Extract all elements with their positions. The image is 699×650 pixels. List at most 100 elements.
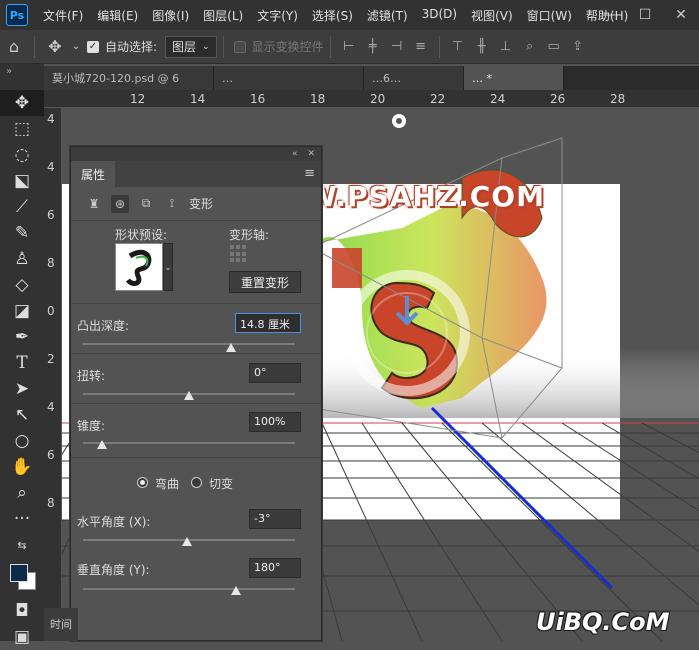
menu-item-5[interactable]: 选择(S) [305,7,360,24]
workspace-icon[interactable]: ▭ [542,36,566,58]
zoom-tool-icon[interactable]: ⌕ [0,480,44,506]
menu-item-4[interactable]: 文字(Y) [250,7,305,24]
transform-axis-grid[interactable] [230,245,248,263]
taper-track[interactable] [83,442,295,444]
lasso-tool-icon[interactable]: ◌ [0,142,44,168]
app-logo[interactable]: Ps [6,4,28,26]
tab-document-1[interactable]: 莫小城720-120.psd @ 6 [44,66,214,90]
align-right-icon[interactable]: ⊣ [385,36,409,58]
move-tool-icon[interactable]: ✥ [0,90,44,116]
ellipse-tool-icon[interactable]: ○ [0,428,44,454]
close-button[interactable]: ✕ [663,7,699,23]
search-icon[interactable]: ⌕ [518,36,542,58]
align-hcenter-icon[interactable]: ╪ [361,36,385,58]
tab-properties[interactable]: 属性 [71,161,116,187]
color-swatches[interactable] [0,558,44,598]
menu-item-9[interactable]: 窗口(W) [520,7,579,24]
watermark-bottom: UiBQ.CoM [536,608,670,636]
mesh-mode-icon[interactable]: ♜ [85,195,103,213]
chevron-down-icon[interactable]: ⌄ [69,33,83,61]
shear-label: 切变 [209,477,234,491]
toolbar-collapse[interactable]: » [0,64,44,90]
extrude-depth-field[interactable]: 14.8 厘米 [235,313,301,333]
menu-item-7[interactable]: 3D(D) [415,7,464,24]
twist-slider[interactable] [184,391,194,400]
marquee-tool-icon[interactable]: ⬚ [0,116,44,142]
pointer-tool-icon[interactable]: ↖ [0,402,44,428]
tab-document-3[interactable]: …6… [364,66,464,90]
menu-item-8[interactable]: 视图(V) [464,7,520,24]
taper-field[interactable]: 100% [249,412,301,432]
more-tools-icon[interactable]: ··· [0,506,44,532]
menu-item-2[interactable]: 图像(I) [145,7,196,24]
menu-item-0[interactable]: 文件(F) [36,7,90,24]
auto-select-target-select[interactable]: 图层 ⌄ [165,35,217,58]
close-icon[interactable]: ✕ [307,149,315,159]
maximize-button[interactable]: ☐ [627,7,663,23]
hand-tool-icon[interactable]: ✋ [0,454,44,480]
eraser-tool-icon[interactable]: ◇ [0,272,44,298]
timeline-tab[interactable]: 时间 [44,608,78,641]
deform-mode-icon[interactable]: ⊛ [111,194,129,213]
ruler-tick-label: 0 [47,304,55,318]
taper-slider[interactable] [97,440,108,449]
align-top-icon[interactable]: ⊤ [446,36,470,58]
ruler-tick-label: 8 [47,496,55,510]
reset-deform-button[interactable]: 重置变形 [229,271,301,293]
move-tool-icon[interactable]: ✥ [41,33,69,61]
extrude-depth-slider[interactable] [226,343,237,352]
menu-item-3[interactable]: 图层(L) [196,7,250,24]
object-select-tool-icon[interactable]: ⬕ [0,168,44,194]
bend-radio[interactable] [137,477,148,488]
eyedropper-tool-icon[interactable]: ⟋ [0,194,44,220]
ruler-tick-label: 4 [47,160,55,174]
path-select-tool-icon[interactable]: ➤ [0,376,44,402]
quick-mask-icon[interactable]: ◘ [0,598,44,624]
share-icon[interactable]: ⇪ [566,36,590,58]
twist-field[interactable]: 0° [249,363,301,383]
vertical-angle-field[interactable]: 180° [249,558,301,578]
ruler-vertical: 4 4 6 8 0 2 4 6 8 [44,108,62,641]
taper-label: 锥度: [77,419,106,433]
ruler-tick-label: 8 [47,256,55,270]
align-vcenter-icon[interactable]: ╫ [470,36,494,58]
vertical-angle-track[interactable] [83,588,295,590]
gradient-tool-icon[interactable]: ◪ [0,298,44,324]
ruler-tick-label: 6 [47,448,55,462]
tab-document-active[interactable]: … * [464,66,564,90]
horizontal-angle-field[interactable]: -3° [249,509,301,529]
pen-tool-icon[interactable]: ✒ [0,324,44,350]
show-transform-checkbox[interactable] [233,40,246,53]
shape-preset-thumbnail[interactable] [115,243,163,291]
minimize-button[interactable]: — [591,7,627,23]
panel-menu-icon[interactable]: ≡ [304,166,315,181]
screen-mode-icon[interactable]: ▣ [0,624,44,650]
chevron-down-icon[interactable]: ⌄ [163,243,173,291]
extrude-depth-track[interactable] [83,343,295,345]
align-bottom-icon[interactable]: ⊥ [494,36,518,58]
stamp-tool-icon[interactable]: ♙ [0,246,44,272]
ruler-tick-label: 24 [490,92,506,106]
ruler-tick-label: 4 [47,112,55,126]
home-icon[interactable]: ⌂ [0,33,28,61]
show-transform-label: 显示变换控件 [251,40,324,54]
shear-radio[interactable] [191,477,202,488]
vertical-angle-slider[interactable] [230,586,241,595]
horizontal-angle-slider[interactable] [181,537,192,546]
foreground-color-swatch[interactable] [10,564,28,582]
coordinates-mode-icon[interactable]: ⟟ [163,195,181,213]
brush-tool-icon[interactable]: ✎ [0,220,44,246]
ruler-tick-label: 18 [310,92,326,106]
ruler-tick-label: 12 [130,92,146,106]
ruler-horizontal: 12 14 16 18 20 22 24 26 28 [44,90,699,108]
tab-document-2[interactable]: … [214,66,364,90]
swap-colors-icon[interactable]: ⇆ [0,532,44,558]
cap-mode-icon[interactable]: ⧉ [137,195,155,213]
auto-select-checkbox[interactable]: ✓ [87,40,99,53]
menu-item-1[interactable]: 编辑(E) [90,7,145,24]
type-tool-icon[interactable]: T [0,350,44,376]
align-left-icon[interactable]: ⊢ [337,36,361,58]
menu-item-6[interactable]: 滤镜(T) [360,7,415,24]
collapse-icon[interactable]: « [292,149,298,159]
distribute-icon[interactable]: ≡ [409,36,433,58]
